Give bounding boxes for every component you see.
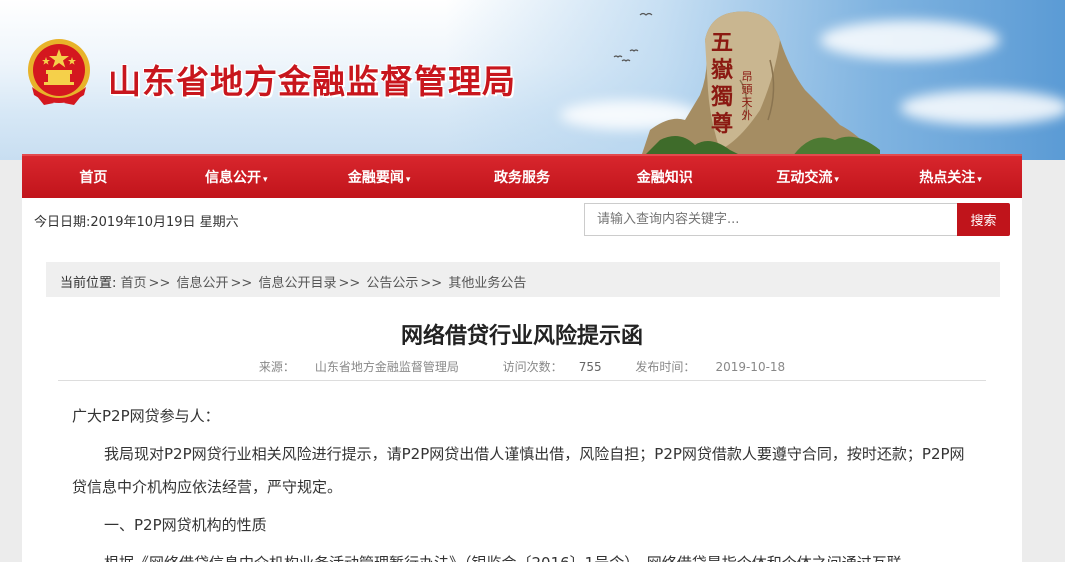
date-search-bar: 今日日期:2019年10月19日 星期六 搜索 (22, 198, 1022, 240)
meta-date-label: 发布时间： (635, 360, 696, 374)
cloud (900, 90, 1065, 125)
meta-date: 发布时间： 2019-10-18 (625, 360, 795, 374)
search-input[interactable] (584, 203, 958, 236)
breadcrumb-item[interactable]: 其他业务公告 (448, 276, 526, 291)
rock-sub-inscription: 昂頭天外 (741, 70, 753, 122)
current-date: 今日日期:2019年10月19日 星期六 (34, 215, 239, 230)
main-nav: 首页 信息公开 ▾ 金融要闻 ▾ 政务服务 金融知识 互动交流 ▾ 热点关注 ▾ (22, 154, 1022, 198)
paragraph-heading: 一、P2P网贷机构的性质 (104, 516, 267, 534)
breadcrumb: 当前位置: 首页 >> 信息公开 >> 信息公开目录 >> 公告公示 >> 其他业务公告 (46, 262, 1000, 297)
breadcrumb-item[interactable]: 公告公示 (366, 276, 418, 291)
nav-item-hot-topics[interactable]: 热点关注 ▾ (882, 167, 1018, 187)
caret-down-icon: ▾ (263, 175, 268, 185)
rock-inscription: 五 嶽 獨 尊 (710, 30, 733, 137)
article-panel: 当前位置: 首页 >> 信息公开 >> 信息公开目录 >> 公告公示 >> 其他业务公告… (22, 240, 1022, 562)
meta-source: 来源： 山东省地方金融监督管理局 (249, 360, 469, 374)
caret-down-icon: ▾ (405, 175, 411, 185)
mount-tai-rock (640, 11, 880, 160)
meta-source-value: 山东省地方金融监督管理局 (314, 360, 459, 374)
meta-views-label: 访问次数： (502, 360, 563, 374)
paragraph: 我局现对P2P网贷行业相关风险进行提示，请P2P网贷出借人谨慎出借，风险自担；P… (72, 445, 965, 496)
article-body: 广大P2P网贷参与人： 我局现对P2P网贷行业相关风险进行提示，请P2P网贷出借… (72, 400, 972, 562)
nav-item-home[interactable]: 首页 (25, 167, 161, 187)
nav-item-info-public[interactable]: 信息公开 ▾ (168, 167, 304, 187)
site-title: 山东省地方金融监督管理局 (108, 62, 516, 101)
article-meta: 来源： 山东省地方金融监督管理局 访问次数： 755 发布时间： 2019-10-18 (22, 358, 1022, 375)
breadcrumb-item[interactable]: 首页 (121, 276, 147, 291)
caret-down-icon: ▾ (977, 175, 982, 185)
caret-down-icon: ▾ (834, 175, 839, 185)
header-banner: 山东省地方金融监督管理局 五 嶽 獨 尊 昂頭天外 (0, 0, 1065, 160)
nav-item-interaction[interactable]: 互动交流 ▾ (740, 167, 876, 187)
nav-item-finance-knowledge[interactable]: 金融知识 (597, 167, 733, 187)
meta-views-value: 755 (578, 360, 602, 374)
nav-item-gov-services[interactable]: 政务服务 (454, 167, 590, 187)
breadcrumb-item[interactable]: 信息公开 (176, 276, 228, 291)
breadcrumb-separator: >> (230, 276, 253, 291)
breadcrumb-label: 当前位置: (60, 276, 117, 291)
search-button[interactable]: 搜索 (957, 203, 1010, 236)
meta-date-value: 2019-10-18 (715, 360, 786, 374)
paragraph: 根据《网络借贷信息中介机构业务活动管理暂行办法》（银监会〔2016〕1号令），网… (72, 547, 972, 562)
divider (58, 380, 986, 381)
national-emblem-icon (28, 39, 90, 105)
breadcrumb-separator: >> (338, 276, 361, 291)
breadcrumb-item[interactable]: 信息公开目录 (258, 276, 336, 291)
breadcrumb-separator: >> (420, 276, 443, 291)
article-title: 网络借贷行业风险提示函 (400, 324, 643, 349)
nav-item-finance-news[interactable]: 金融要闻 ▾ (311, 167, 447, 187)
paragraph-salutation: 广大P2P网贷参与人： (72, 407, 220, 425)
meta-source-label: 来源： (258, 360, 295, 374)
breadcrumb-separator: >> (148, 276, 171, 291)
meta-views: 访问次数： 755 (493, 360, 602, 374)
